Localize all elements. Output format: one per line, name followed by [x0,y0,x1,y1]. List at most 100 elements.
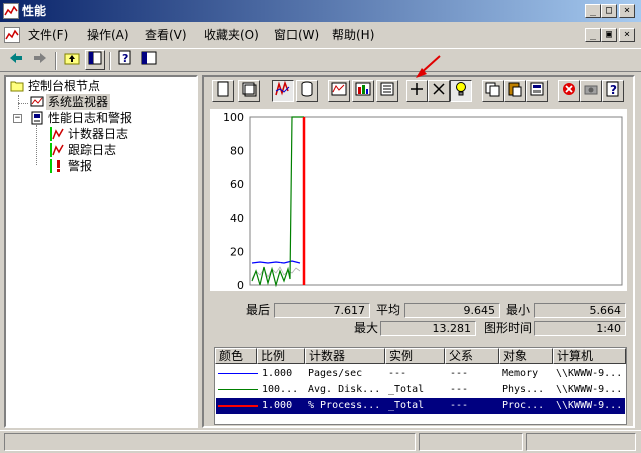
new-counter-set-icon[interactable] [212,80,234,102]
legend-object: Memory [502,368,539,379]
plot-frame [249,116,623,286]
y-tick-label: 40 [230,212,244,225]
toolbar-separator [55,52,57,70]
menu-view[interactable]: 查看(V) [145,27,187,43]
legend-header-parent[interactable]: 父系 [445,348,499,364]
y-tick-label: 0 [237,279,244,291]
tree-item-trace-logs[interactable]: 跟踪日志 [68,142,116,158]
legend-computer: \\KWWW-9... [556,368,623,379]
legend-counter: Avg. Disk... [308,384,381,395]
tree-item-console-root[interactable]: 控制台根节点 [28,78,100,94]
legend-row-selected[interactable]: 1.000 % Process... _Total --- Proc... \\… [216,398,625,414]
highlight-icon[interactable] [450,80,472,102]
stat-duration-label: 图形时间 [483,321,532,335]
mmc-icon[interactable] [139,50,159,70]
y-tick-label: 100 [223,111,244,124]
child-minimize-button[interactable]: _ [585,28,601,42]
legend-scale: 100... [262,384,299,395]
maximize-button[interactable]: □ [601,4,617,18]
freeze-display-icon[interactable] [558,80,580,102]
tree-line [18,95,19,109]
add-counter-icon[interactable] [406,80,428,102]
tree-line [36,125,37,165]
console-tree: 控制台根节点 系统监视器 − 性能日志和警报 计数器日志 跟踪日志 警报 [4,75,198,428]
y-tick-label: 80 [230,145,244,158]
delete-counter-icon[interactable] [428,80,450,102]
legend-row[interactable]: 100... Avg. Disk... _Total --- Phys... \… [216,382,625,398]
properties-icon[interactable] [526,80,548,102]
performance-graph: 100 80 60 40 20 0 [210,109,627,292]
counter-legend[interactable]: 颜色 比例 计数器 实例 父系 对象 计算机 1.000 Pages/sec -… [214,347,627,425]
menu-help[interactable]: 帮助(H) [332,27,374,43]
view-report-icon[interactable] [376,80,398,102]
legend-header-scale[interactable]: 比例 [257,348,305,364]
view-current-activity-icon[interactable] [272,80,294,102]
legend-counter: % Process... [308,400,381,411]
menu-window[interactable]: 窗口(W) [274,27,319,43]
tree-item-counter-logs[interactable]: 计数器日志 [68,126,128,142]
child-close-button[interactable]: × [619,28,635,42]
legend-object: Phys... [502,384,545,395]
menu-action[interactable]: 操作(A) [87,27,129,43]
legend-header-object[interactable]: 对象 [499,348,553,364]
status-pane-2 [419,433,523,451]
trace-logs-icon [50,143,64,157]
title-bar: 性能 _ □ × [0,0,641,22]
view-histogram-icon[interactable] [352,80,374,102]
help-icon[interactable]: ? [115,50,135,70]
view-log-data-icon[interactable] [296,80,318,102]
legend-row[interactable]: 1.000 Pages/sec --- --- Memory \\KWWW-9.… [216,366,625,382]
minimize-button[interactable]: _ [585,4,601,18]
tree-item-system-monitor[interactable]: 系统监视器 [46,94,111,110]
app-icon [3,3,19,19]
legend-header-computer[interactable]: 计算机 [553,348,626,364]
legend-instance: _Total [388,384,425,395]
legend-color-swatch [218,373,258,374]
legend-header-counter[interactable]: 计数器 [305,348,385,364]
show-tree-icon[interactable] [85,50,105,70]
menu-file[interactable]: 文件(F) [28,27,68,43]
folder-icon [10,79,24,93]
alert-icon [50,159,64,173]
paste-counter-list-icon[interactable] [504,80,526,102]
annotation-arrow-icon [416,55,441,78]
legend-header-color[interactable]: 颜色 [215,348,257,364]
tree-item-alerts[interactable]: 警报 [68,158,92,174]
svg-text:?: ? [610,83,617,97]
stat-maximum-label: 最大 [353,321,378,335]
menu-bar: 文件(F) 操作(A) 查看(V) 收藏夹(O) 窗口(W) 帮助(H) _ ▣… [0,24,641,46]
legend-color-swatch [218,405,258,407]
toolbar-separator [109,52,111,70]
legend-instance: _Total [388,400,425,411]
child-restore-button[interactable]: ▣ [601,28,617,42]
legend-scale: 1.000 [262,400,293,411]
stat-minimum-value: 5.664 [534,303,626,318]
up-folder-icon[interactable] [62,50,82,70]
legend-instance: --- [388,368,407,379]
close-button[interactable]: × [619,4,635,18]
menu-favorites[interactable]: 收藏夹(O) [204,27,259,43]
stat-average-label: 平均 [375,303,400,317]
stat-duration-value: 1:40 [534,321,626,336]
mmc-menu-icon [4,27,20,43]
update-data-icon[interactable] [580,80,602,102]
system-monitor-icon [30,95,44,109]
svg-text:?: ? [122,52,128,65]
clear-display-icon[interactable] [238,80,260,102]
legend-header-instance[interactable]: 实例 [385,348,445,364]
stat-average-value: 9.645 [404,303,500,318]
back-arrow-icon[interactable] [6,50,26,70]
legend-parent: --- [450,384,469,395]
tree-collapse-toggle[interactable]: − [13,114,22,123]
legend-color-swatch [218,389,258,390]
system-monitor-pane: ? 100 80 60 40 20 0 最后 7.617 平均 9.645 最小 5.66… [202,55,635,428]
legend-scale: 1.000 [262,368,293,379]
view-graph-icon[interactable] [328,80,350,102]
stat-maximum-value: 13.281 [380,321,476,336]
help-icon[interactable]: ? [602,80,624,102]
graph-canvas: 100 80 60 40 20 0 [223,111,623,292]
copy-properties-icon[interactable] [482,80,504,102]
stat-last-label: 最后 [245,303,270,317]
tree-item-perf-logs[interactable]: 性能日志和警报 [48,110,132,126]
forward-arrow-icon[interactable] [30,50,50,70]
